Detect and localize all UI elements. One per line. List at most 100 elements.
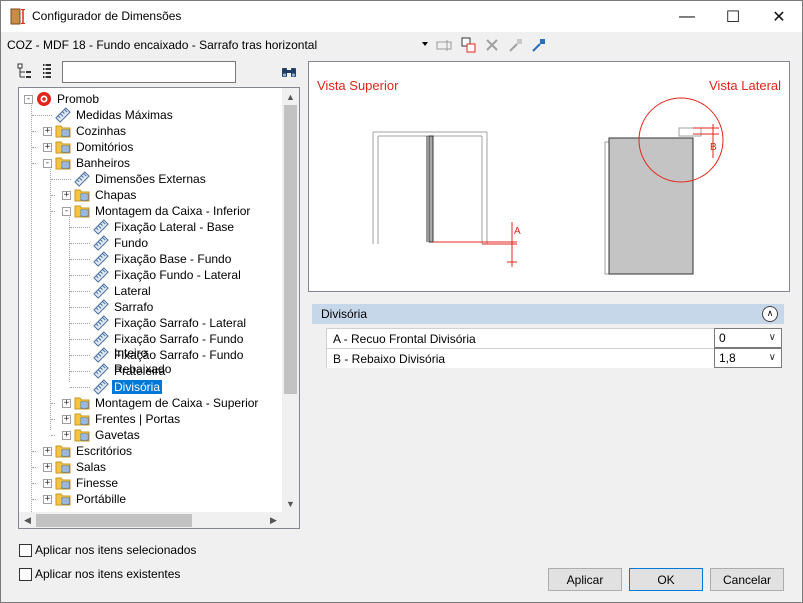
folder-icon — [55, 491, 71, 507]
tree-collapse-icon[interactable] — [39, 63, 55, 79]
tree-item-label[interactable]: Divisória — [112, 380, 163, 394]
collapse-group-icon[interactable]: ∧ — [762, 306, 778, 322]
expand-node-icon[interactable]: + — [43, 479, 52, 488]
collapse-node-icon[interactable]: - — [24, 95, 33, 104]
delete-icon[interactable] — [483, 36, 501, 54]
tree-item-label[interactable]: Banheiros — [74, 156, 132, 170]
apply-button[interactable]: Aplicar — [548, 568, 622, 591]
tree-guide-line — [70, 371, 90, 372]
expand-node-icon[interactable]: + — [43, 495, 52, 504]
expand-node-icon[interactable]: + — [62, 399, 71, 408]
hscroll-thumb[interactable] — [36, 514, 192, 527]
scroll-right-icon[interactable]: ▶ — [265, 512, 282, 528]
tree-guide-line — [32, 131, 36, 132]
close-button[interactable]: ✕ — [756, 1, 802, 32]
expand-node-icon[interactable]: + — [43, 143, 52, 152]
tree-item-label[interactable]: Prateleira — [112, 364, 167, 378]
tree-item-label[interactable]: Fixação Fundo - Lateral — [112, 268, 243, 282]
expand-node-icon[interactable]: + — [43, 463, 52, 472]
folder-icon — [74, 187, 90, 203]
property-value: 1,8 — [719, 351, 736, 365]
tree-item-label[interactable]: Finesse — [74, 476, 120, 490]
apply-existing-label: Aplicar nos itens existentes — [35, 567, 181, 581]
tree-item-label[interactable]: Portábille — [74, 492, 128, 506]
chevron-down-icon[interactable]: ∨ — [769, 352, 776, 363]
tree-guide-line — [70, 259, 90, 260]
expand-node-icon[interactable]: + — [62, 191, 71, 200]
expand-node-icon[interactable]: + — [43, 127, 52, 136]
tree-item-label[interactable]: Fixação Base - Fundo — [112, 252, 233, 266]
marker-b: B — [710, 142, 717, 153]
scroll-thumb[interactable] — [284, 105, 297, 394]
tree-item-label[interactable]: Montagem de Caixa - Superior — [93, 396, 260, 410]
cancel-button[interactable]: Cancelar — [710, 568, 784, 591]
tree-expand-icon[interactable] — [17, 63, 33, 79]
dimension-preview: Vista Superior Vista Lateral A B — [308, 61, 790, 292]
expand-node-icon[interactable]: + — [62, 415, 71, 424]
tree-guide-line — [70, 227, 90, 228]
tree-guide-line — [32, 467, 36, 468]
tree-guide-line — [70, 291, 90, 292]
tree-guide-line — [32, 163, 36, 164]
export-icon[interactable] — [530, 36, 548, 54]
tree-guide-line — [51, 419, 55, 420]
scroll-down-icon[interactable]: ▼ — [282, 495, 299, 512]
tree-item-label[interactable]: Lateral — [112, 284, 153, 298]
side-view-drawing — [604, 97, 724, 275]
tree-item-label[interactable]: Domitórios — [74, 140, 135, 154]
tree-item-label[interactable]: Chapas — [93, 188, 138, 202]
tree-item-label[interactable]: Escritórios — [74, 444, 134, 458]
copy-config-icon[interactable] — [459, 36, 477, 54]
tree-item-label[interactable]: Gavetas — [93, 428, 142, 442]
minimize-button[interactable]: — — [664, 1, 710, 32]
folder-icon — [74, 411, 90, 427]
scroll-left-icon[interactable]: ◀ — [19, 512, 36, 528]
tree-item-label[interactable]: Fundo — [112, 236, 150, 250]
configuration-toolbar: COZ - MDF 18 - Fundo encaixado - Sarrafo… — [1, 33, 802, 57]
binoculars-search-icon[interactable] — [281, 65, 297, 79]
tree-item-label[interactable]: Dimensões Externas — [93, 172, 208, 186]
tree-item-label[interactable]: Fixação Sarrafo - Lateral — [112, 316, 248, 330]
scroll-up-icon[interactable]: ▲ — [282, 88, 299, 105]
tree-item-label[interactable]: Promob — [55, 92, 101, 106]
folder-icon — [55, 475, 71, 491]
tree-item-label[interactable]: Medidas Máximas — [74, 108, 175, 122]
property-value-select[interactable]: 0 ∨ — [714, 328, 782, 348]
ruler-icon — [93, 251, 109, 267]
rename-icon[interactable] — [435, 36, 453, 54]
tree-search-input[interactable] — [62, 61, 236, 83]
import-icon[interactable] — [507, 36, 525, 54]
property-value-select[interactable]: 1,8 ∨ — [714, 348, 782, 368]
title-bar: Configurador de Dimensões — ☐ ✕ — [1, 1, 802, 32]
tree-item-label[interactable]: Cozinhas — [74, 124, 128, 138]
tree-vertical-scrollbar[interactable]: ▲ ▼ — [282, 88, 299, 512]
maximize-button[interactable]: ☐ — [710, 1, 756, 32]
tree-guide-line — [51, 179, 71, 180]
folder-icon — [55, 155, 71, 171]
tree-item-label[interactable]: Frentes | Portas — [93, 412, 182, 426]
folder-icon — [74, 427, 90, 443]
apply-selected-checkbox[interactable] — [19, 544, 32, 557]
tree-item-label[interactable]: Salas — [74, 460, 108, 474]
tree-item-label[interactable]: Fixação Lateral - Base — [112, 220, 236, 234]
combo-dropdown-icon[interactable] — [422, 42, 428, 46]
promob-logo-icon — [36, 91, 52, 107]
ruler-icon — [93, 235, 109, 251]
chevron-down-icon[interactable]: ∨ — [769, 332, 776, 343]
expand-node-icon[interactable]: + — [62, 431, 71, 440]
ruler-icon — [93, 219, 109, 235]
tree-horizontal-scrollbar[interactable]: ◀ ▶ — [19, 512, 282, 528]
collapse-node-icon[interactable]: - — [62, 207, 71, 216]
ok-button[interactable]: OK — [629, 568, 703, 591]
collapse-node-icon[interactable]: - — [43, 159, 52, 168]
top-view-drawing — [372, 131, 517, 267]
tree-guide-line — [50, 166, 51, 430]
configuration-combo[interactable]: COZ - MDF 18 - Fundo encaixado - Sarrafo… — [7, 38, 317, 52]
apply-existing-checkbox[interactable] — [19, 568, 32, 581]
ruler-icon — [93, 283, 109, 299]
tree-guide-line — [70, 243, 90, 244]
tree-guide-line — [32, 147, 36, 148]
tree-item-label[interactable]: Sarrafo — [112, 300, 155, 314]
tree-item-label[interactable]: Montagem da Caixa - Inferior — [93, 204, 252, 218]
expand-node-icon[interactable]: + — [43, 447, 52, 456]
